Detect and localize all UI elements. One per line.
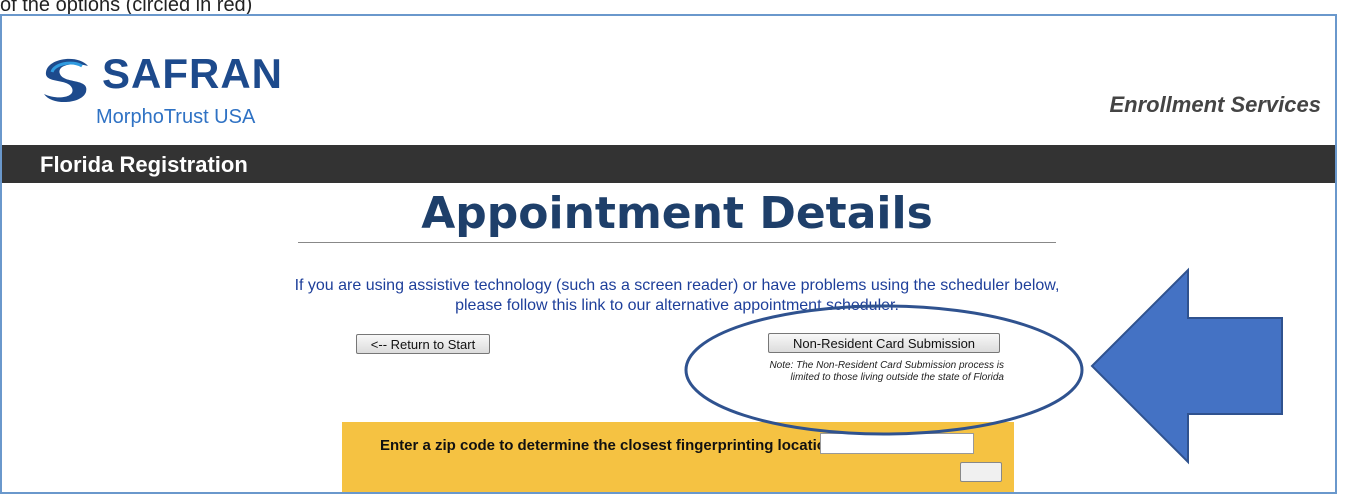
safran-logo-icon: [40, 52, 92, 104]
service-title: Enrollment Services: [1109, 92, 1321, 117]
zip-input[interactable]: [820, 433, 974, 454]
title-divider: [298, 242, 1056, 243]
assistive-notice[interactable]: If you are using assistive technology (s…: [200, 276, 1154, 316]
page-title: Appointment Details: [421, 188, 933, 239]
zip-submit-button[interactable]: [960, 462, 1002, 482]
return-to-start-button[interactable]: <-- Return to Start: [356, 334, 490, 354]
note-line-2: limited to those living outside the stat…: [790, 372, 1004, 383]
zip-search-panel: Enter a zip code to determine the closes…: [342, 422, 1014, 492]
note-line-1: Note: The Non-Resident Card Submission p…: [769, 360, 1004, 371]
zip-label: Enter a zip code to determine the closes…: [380, 437, 840, 454]
header-bar: Florida Registration: [2, 145, 1335, 183]
section-title: Florida Registration: [40, 152, 248, 177]
non-resident-note: Note: The Non-Resident Card Submission p…: [680, 360, 1004, 384]
assistive-line-1: If you are using assistive technology (s…: [294, 277, 1060, 294]
brand-subtitle: MorphoTrust USA: [96, 106, 256, 128]
assistive-link[interactable]: please follow this link to our alternati…: [200, 296, 1154, 316]
brand-name: SAFRAN: [102, 50, 283, 97]
non-resident-submission-button[interactable]: Non-Resident Card Submission: [768, 333, 1000, 353]
safran-logo[interactable]: SAFRAN MorphoTrust USA: [38, 48, 338, 138]
